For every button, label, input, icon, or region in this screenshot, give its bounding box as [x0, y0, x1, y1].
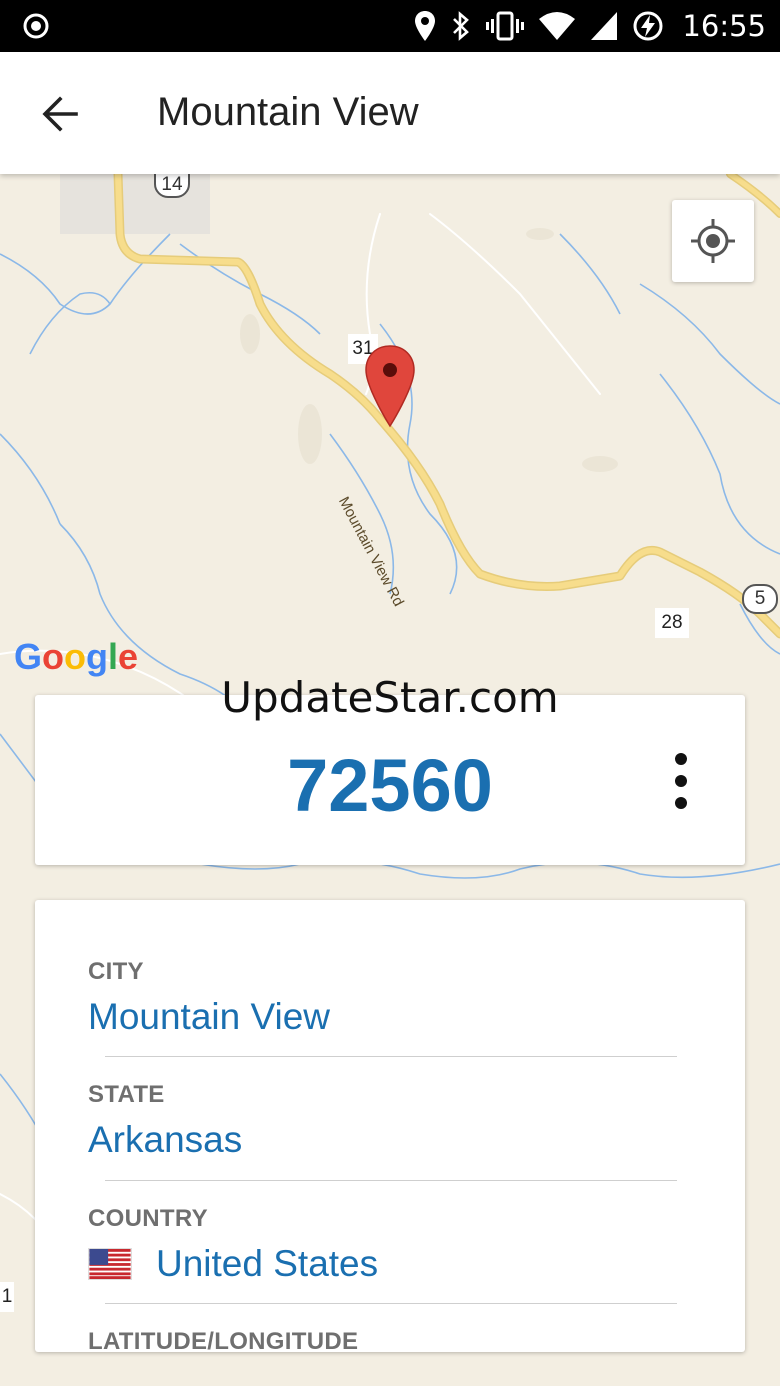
- zip-code: 72560: [287, 744, 493, 827]
- arrow-back-icon: [42, 96, 78, 132]
- my-location-icon: [691, 219, 735, 263]
- us-flag-icon: [88, 1248, 132, 1280]
- country-row[interactable]: United States: [88, 1243, 688, 1285]
- edge-route-label: 1: [0, 1282, 14, 1312]
- route-label-28: 28: [655, 608, 689, 638]
- battery-charging-icon: [633, 11, 663, 41]
- city-field: CITY Mountain View: [88, 958, 688, 1038]
- route-shield-5: 5: [742, 584, 778, 614]
- status-bar: 16:55: [0, 0, 780, 52]
- wifi-icon: [539, 12, 576, 40]
- bluetooth-icon: [453, 11, 470, 41]
- state-label: STATE: [88, 1081, 165, 1108]
- radio-icon: [23, 13, 49, 39]
- page-title: Mountain View: [157, 90, 419, 134]
- google-logo: Google: [14, 636, 139, 677]
- more-vertical-icon-dot: [675, 797, 687, 809]
- latlon-field: LATITUDE/LONGITUDE: [88, 1328, 688, 1352]
- route-shield-14: 14: [154, 174, 190, 198]
- status-time: 16:55: [682, 9, 766, 43]
- app-bar: Mountain View: [0, 52, 780, 174]
- divider: [105, 1303, 677, 1304]
- more-vertical-icon: [675, 753, 687, 765]
- more-options-button[interactable]: [661, 753, 701, 809]
- cell-signal-icon: [591, 12, 618, 40]
- watermark-text: UpdateStar.com: [221, 673, 559, 722]
- map-pin-icon[interactable]: [364, 344, 416, 428]
- country-field: COUNTRY United States: [88, 1205, 688, 1285]
- divider: [105, 1056, 677, 1057]
- divider: [105, 1180, 677, 1181]
- back-button[interactable]: [28, 82, 92, 146]
- state-field: STATE Arkansas: [88, 1081, 688, 1161]
- vibrate-icon: [486, 11, 525, 41]
- country-value: United States: [156, 1243, 379, 1284]
- city-label: CITY: [88, 958, 144, 985]
- my-location-button[interactable]: [672, 200, 754, 282]
- details-card: CITY Mountain View STATE Arkansas COUNTR…: [35, 900, 745, 1352]
- country-label: COUNTRY: [88, 1205, 208, 1232]
- city-value[interactable]: Mountain View: [88, 996, 688, 1038]
- more-vertical-icon-dot: [675, 775, 687, 787]
- latlon-label: LATITUDE/LONGITUDE: [88, 1328, 359, 1352]
- state-value[interactable]: Arkansas: [88, 1119, 688, 1161]
- location-pin-icon: [415, 11, 436, 41]
